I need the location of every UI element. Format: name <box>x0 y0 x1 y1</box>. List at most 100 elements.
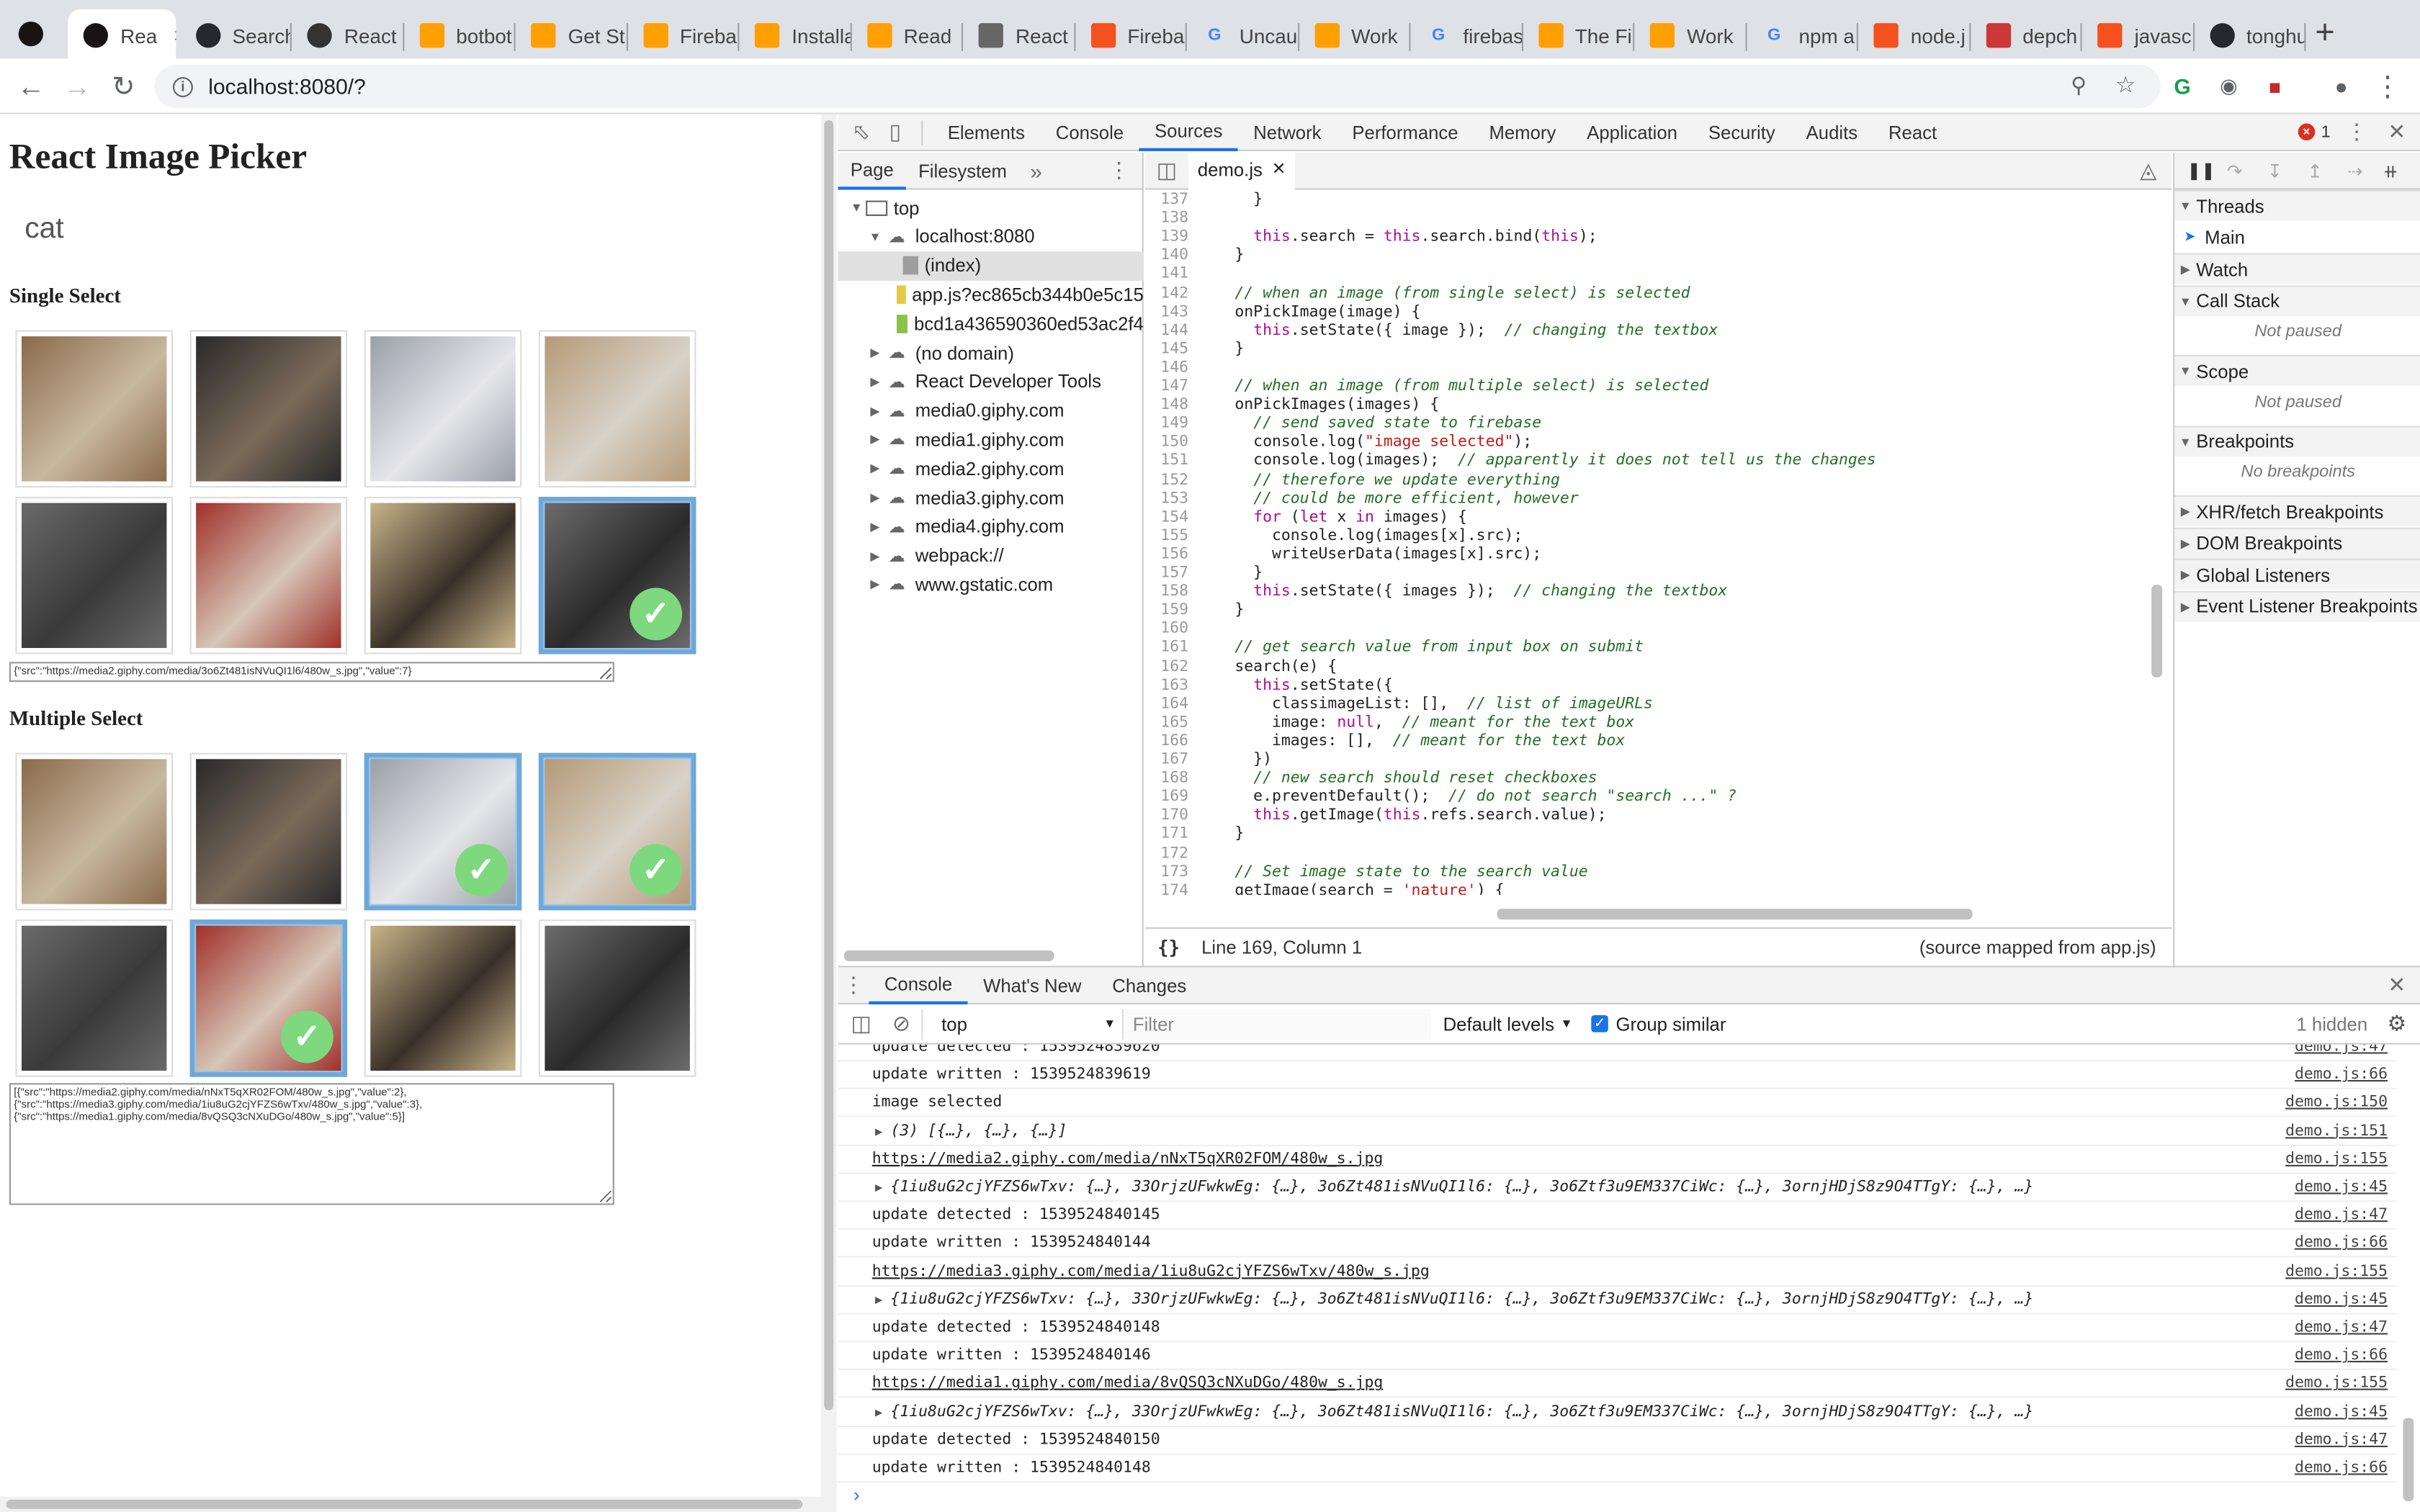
debugger-section[interactable]: ▼ Scope <box>2174 354 2420 386</box>
page-vertical-scrollbar[interactable] <box>821 114 837 1512</box>
code-line[interactable]: 156 writeUserData(images[x].src); <box>1145 546 2172 564</box>
console-message[interactable]: update detected : 1539524840145 demo.js:4… <box>838 1202 2397 1230</box>
console-link[interactable]: https://media3.giphy.com/media/1iu8uG2cj… <box>872 1263 1430 1280</box>
line-number[interactable]: 160 <box>1145 621 1188 639</box>
line-number[interactable]: 139 <box>1145 229 1188 248</box>
line-number[interactable]: 151 <box>1145 453 1188 472</box>
expand-arrow-icon[interactable]: ▶ <box>875 1292 882 1306</box>
browser-tab[interactable]: G Uncau <box>1187 9 1299 62</box>
line-number[interactable]: 146 <box>1145 359 1188 378</box>
editor-horizontal-scrollbar[interactable] <box>1497 909 1973 920</box>
line-number[interactable]: 164 <box>1145 696 1188 714</box>
image-option[interactable] <box>364 497 522 654</box>
line-number[interactable]: 159 <box>1145 602 1188 621</box>
back-button[interactable]: ← <box>12 68 49 104</box>
browser-tab[interactable]: Work <box>1634 9 1747 62</box>
drawer-tab-whats-new[interactable]: What's New <box>968 967 1097 1004</box>
panel-tab-performance[interactable]: Performance <box>1337 114 1474 150</box>
code-line[interactable]: 158 this.setState({ images }); // changi… <box>1145 583 2172 602</box>
image-option[interactable]: ✓ <box>538 497 696 654</box>
line-number[interactable]: 144 <box>1145 322 1188 341</box>
tab-page[interactable]: Page <box>838 152 906 189</box>
step-out-icon[interactable]: ↥ <box>2295 160 2335 181</box>
line-number[interactable]: 150 <box>1145 434 1188 453</box>
debugger-section[interactable]: ▼ Breakpoints <box>2174 425 2420 456</box>
line-number[interactable]: 147 <box>1145 378 1188 397</box>
code-line[interactable]: 169 e.preventDefault(); // do not search… <box>1145 788 2172 807</box>
code-lines[interactable]: 137 } 138 139 this.search = this.search.bi… <box>1145 192 2172 895</box>
browser-tab[interactable]: tonghu <box>2194 9 2306 62</box>
console-message[interactable]: update written : 1539524840148 demo.js:66 <box>838 1455 2397 1483</box>
browser-tab[interactable]: Get St <box>516 9 628 62</box>
browser-tab[interactable]: Rea ✕ <box>68 9 176 62</box>
collapsed-arrow-icon[interactable]: ▶ <box>866 490 884 504</box>
line-number[interactable]: 138 <box>1145 210 1188 229</box>
panel-tab-application[interactable]: Application <box>1572 114 1693 150</box>
line-number[interactable]: 168 <box>1145 770 1188 788</box>
console-message[interactable]: https://media3.giphy.com/media/1iu8uG2cj… <box>838 1259 2397 1287</box>
browser-tab[interactable]: React <box>292 9 404 62</box>
collapsed-arrow-icon[interactable]: ▶ <box>866 520 884 534</box>
tree-item[interactable]: ▶ ☁ React Developer Tools <box>838 367 1144 397</box>
line-number[interactable]: 171 <box>1145 826 1188 845</box>
editor-tab-demo-js[interactable]: demo.js ✕ <box>1188 152 1296 189</box>
code-line[interactable]: 143 onPickImage(image) { <box>1145 303 2172 322</box>
tree-item[interactable]: bcd1a436590360ed53ac2f4 <box>838 309 1144 338</box>
code-line[interactable]: 138 <box>1145 210 2172 229</box>
line-number[interactable]: 155 <box>1145 527 1188 546</box>
console-link[interactable]: https://media2.giphy.com/media/nNxT5qXR0… <box>872 1151 1384 1168</box>
console-message[interactable]: ▶ {1iu8uG2cjYFZS6wTxv: {…}, 33OrjzUFwkwEg… <box>838 1287 2397 1315</box>
tree-item[interactable]: app.js?ec865cb344b0e5c15 <box>838 280 1144 310</box>
image-option[interactable]: ✓ <box>189 919 348 1077</box>
code-line[interactable]: 167 }) <box>1145 752 2172 770</box>
browser-tab[interactable]: React <box>963 9 1075 62</box>
image-option[interactable] <box>189 752 348 911</box>
panel-tab-memory[interactable]: Memory <box>1474 114 1572 150</box>
log-levels-dropdown[interactable]: Default levels ▼ <box>1443 1013 1573 1035</box>
step-icon[interactable]: ⇢ <box>2335 160 2375 181</box>
expanded-arrow-icon[interactable]: ▼ <box>866 230 884 243</box>
code-line[interactable]: 146 <box>1145 359 2172 378</box>
console-message[interactable]: ▶ {1iu8uG2cjYFZS6wTxv: {…}, 33OrjzUFwkwEg… <box>838 1399 2397 1427</box>
tree-item[interactable]: ▶ ☁ media2.giphy.com <box>838 454 1144 483</box>
navigator-scrollbar[interactable] <box>844 950 1054 961</box>
browser-tab[interactable]: Work <box>1299 9 1411 62</box>
code-line[interactable]: 173 // Set image state to the search val… <box>1145 863 2172 882</box>
new-tab-icon[interactable]: + <box>2315 12 2335 53</box>
inspect-element-icon[interactable]: ⬁ <box>844 114 878 150</box>
code-line[interactable]: 148 onPickImages(images) { <box>1145 397 2172 415</box>
line-number[interactable]: 149 <box>1145 415 1188 434</box>
line-number[interactable]: 167 <box>1145 752 1188 770</box>
address-bar[interactable]: i localhost:8080/? ⚲ ☆ <box>154 65 2161 108</box>
tree-item[interactable]: ▼ ☁ localhost:8080 <box>838 222 1144 251</box>
code-line[interactable]: 152 // therefore we update everything <box>1145 472 2172 490</box>
image-option[interactable] <box>15 330 173 488</box>
info-icon[interactable]: i <box>173 76 193 96</box>
close-devtools-icon[interactable]: ✕ <box>2380 114 2414 150</box>
devtools-menu-icon[interactable]: ⋮ <box>2340 114 2374 150</box>
console-source-link[interactable]: demo.js:47 <box>2295 1431 2388 1449</box>
collapsed-arrow-icon[interactable]: ▶ <box>2174 600 2196 613</box>
debugger-section[interactable]: ▼ Threads <box>2174 189 2420 221</box>
panel-tab-network[interactable]: Network <box>1238 114 1337 150</box>
line-number[interactable]: 152 <box>1145 472 1188 490</box>
line-number[interactable]: 174 <box>1145 882 1188 895</box>
image-option[interactable]: ✓ <box>364 752 522 911</box>
image-option[interactable] <box>189 330 348 488</box>
code-line[interactable]: 139 this.search = this.search.bind(this)… <box>1145 229 2172 248</box>
browser-tab[interactable]: Fireba <box>627 9 740 62</box>
collapsed-arrow-icon[interactable]: ▶ <box>2174 262 2196 276</box>
browser-tab[interactable]: Fireba <box>1075 9 1187 62</box>
debugger-section[interactable]: ▶ Global Listeners <box>2174 558 2420 590</box>
group-similar-checkbox[interactable]: ✓ Group similar <box>1591 1013 1726 1035</box>
collapsed-arrow-icon[interactable]: ▶ <box>2174 568 2196 582</box>
tree-item[interactable]: ▶ ☁ media1.giphy.com <box>838 425 1144 454</box>
tree-item[interactable]: ▶ ☁ media3.giphy.com <box>838 483 1144 513</box>
expand-arrow-icon[interactable]: ▶ <box>875 1180 882 1194</box>
console-message[interactable]: update detected : 1539524839620 demo.js:4… <box>838 1045 2397 1062</box>
console-source-link[interactable]: demo.js:66 <box>2295 1066 2388 1084</box>
image-option[interactable] <box>189 497 348 654</box>
line-number[interactable]: 157 <box>1145 564 1188 583</box>
console-source-link[interactable]: demo.js:45 <box>2295 1179 2388 1196</box>
extension-badge-icon[interactable]: ◉ <box>2210 68 2247 104</box>
